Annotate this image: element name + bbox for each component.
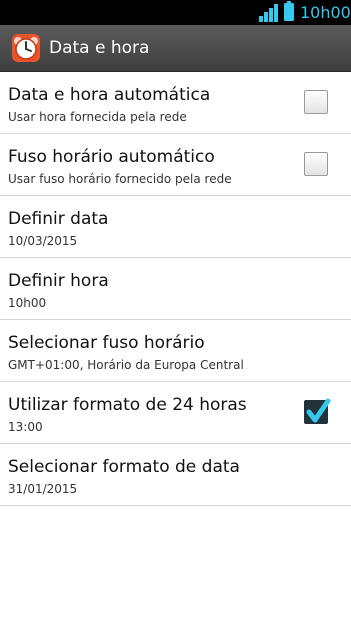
auto-date-time-checkbox[interactable] — [304, 90, 328, 114]
setting-subtitle: 10/03/2015 — [8, 234, 78, 248]
status-bar: 10h00 — [0, 0, 351, 25]
signal-icon — [259, 4, 279, 22]
setting-auto-timezone[interactable]: Fuso horário automático Usar fuso horári… — [0, 134, 351, 196]
setting-subtitle: 10h00 — [8, 296, 47, 310]
setting-subtitle: 31/01/2015 — [8, 482, 78, 496]
setting-set-date[interactable]: Definir data 10/03/2015 — [0, 196, 351, 258]
status-clock: 10h00 — [300, 3, 351, 22]
setting-auto-date-time[interactable]: Data e hora automática Usar hora forneci… — [0, 72, 351, 134]
setting-select-timezone[interactable]: Selecionar fuso horário GMT+01:00, Horár… — [0, 320, 351, 382]
title-bar: Data e hora — [0, 25, 351, 72]
setting-title: Definir hora — [8, 271, 109, 291]
settings-list: Data e hora automática Usar hora forneci… — [0, 72, 351, 506]
setting-title: Utilizar formato de 24 horas — [8, 395, 247, 415]
page-title: Data e hora — [49, 38, 150, 58]
setting-set-time[interactable]: Definir hora 10h00 — [0, 258, 351, 320]
setting-title: Definir data — [8, 209, 109, 229]
setting-title: Selecionar formato de data — [8, 457, 240, 477]
checkmark-icon — [306, 398, 331, 423]
setting-subtitle: 13:00 — [8, 420, 43, 434]
setting-subtitle: GMT+01:00, Horário da Europa Central — [8, 358, 244, 372]
setting-title: Data e hora automática — [8, 85, 211, 105]
setting-subtitle: Usar fuso horário fornecido pela rede — [8, 172, 232, 186]
setting-title: Fuso horário automático — [8, 147, 215, 167]
alarm-clock-icon — [11, 33, 41, 63]
setting-date-format[interactable]: Selecionar formato de data 31/01/2015 — [0, 444, 351, 506]
auto-timezone-checkbox[interactable] — [304, 152, 328, 176]
battery-icon — [284, 1, 294, 21]
24-hour-format-checkbox[interactable] — [304, 398, 331, 424]
setting-24-hour-format[interactable]: Utilizar formato de 24 horas 13:00 — [0, 382, 351, 444]
setting-subtitle: Usar hora fornecida pela rede — [8, 110, 187, 124]
setting-title: Selecionar fuso horário — [8, 333, 205, 353]
